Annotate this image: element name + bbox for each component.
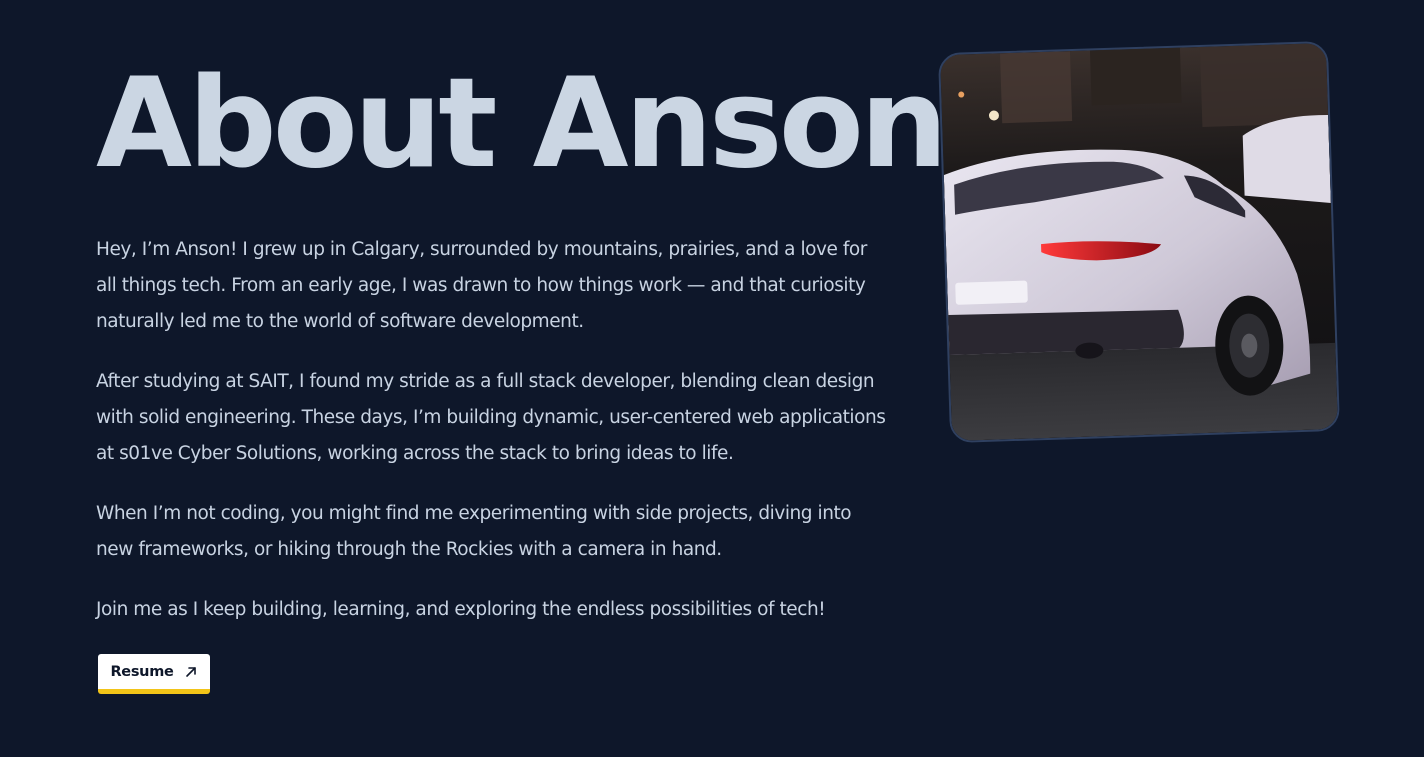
bio-paragraph-career: After studying at SAIT, I found my strid… xyxy=(96,371,886,464)
arrow-up-right-icon xyxy=(184,665,198,679)
bio-paragraph-intro: Hey, I’m Anson! I grew up in Calgary, su… xyxy=(96,239,867,332)
car-photo-image xyxy=(940,43,1338,441)
profile-photo xyxy=(937,40,1341,444)
bio-paragraph-hobbies: When I’m not coding, you might find me e… xyxy=(96,503,852,560)
resume-button[interactable]: Resume xyxy=(98,654,210,694)
bio-paragraph-closing: Join me as I keep building, learning, an… xyxy=(96,599,826,620)
bio-section: Hey, I’m Anson! I grew up in Calgary, su… xyxy=(96,232,886,652)
resume-button-label: Resume xyxy=(110,663,174,680)
page-title: About Anson xyxy=(96,52,948,196)
